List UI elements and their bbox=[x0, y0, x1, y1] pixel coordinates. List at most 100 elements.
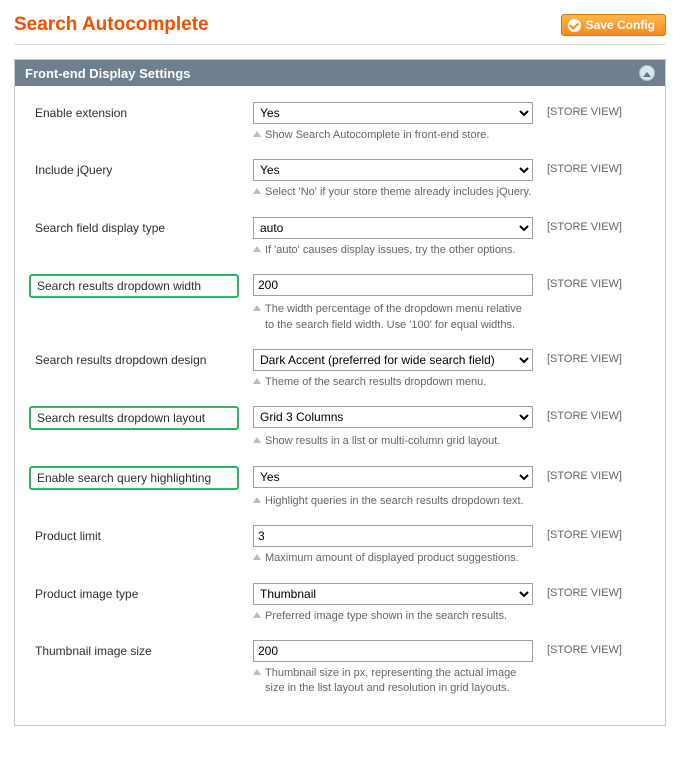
section-body: Enable extension Yes [STORE VIEW] Show Sear… bbox=[15, 86, 665, 725]
field-help-text: Select 'No' if your store theme already … bbox=[265, 185, 531, 200]
field-help-text: Show results in a list or multi-column g… bbox=[265, 434, 500, 449]
scope-label: [STORE VIEW] bbox=[547, 466, 651, 482]
field-help-text: Highlight queries in the search results … bbox=[265, 494, 524, 509]
field-row-include-jquery: Include jQuery Yes [STORE VIEW] bbox=[29, 159, 651, 181]
field-help: Maximum amount of displayed product sugg… bbox=[253, 549, 533, 578]
field-row-dropdown-width: Search results dropdown width [STORE VIEW… bbox=[29, 274, 651, 298]
field-label: Product limit bbox=[29, 525, 239, 547]
field-control: Yes bbox=[253, 159, 533, 181]
field-help-row: Preferred image type shown in the search… bbox=[29, 607, 651, 636]
dropdown-layout-select[interactable]: Grid 3 Columns bbox=[253, 406, 533, 428]
field-help-text: Preferred image type shown in the search… bbox=[265, 609, 507, 624]
thumbnail-size-input[interactable] bbox=[253, 640, 533, 662]
field-help: Highlight queries in the search results … bbox=[253, 492, 533, 521]
field-help-text: Thumbnail size in px, representing the a… bbox=[265, 666, 533, 697]
field-control: Dark Accent (preferred for wide search f… bbox=[253, 349, 533, 371]
field-row-thumbnail-size: Thumbnail image size [STORE VIEW] bbox=[29, 640, 651, 662]
field-help-text: The width percentage of the dropdown men… bbox=[265, 302, 533, 333]
field-row-dropdown-design: Search results dropdown design Dark Accen… bbox=[29, 349, 651, 371]
field-control: Thumbnail bbox=[253, 583, 533, 605]
help-arrow-icon bbox=[253, 131, 261, 137]
help-arrow-icon bbox=[253, 305, 261, 311]
field-help-row: Highlight queries in the search results … bbox=[29, 492, 651, 521]
help-arrow-icon bbox=[253, 669, 261, 675]
product-image-type-select[interactable]: Thumbnail bbox=[253, 583, 533, 605]
scope-label: [STORE VIEW] bbox=[547, 102, 651, 118]
frontend-display-fieldset: Front-end Display Settings Enable extens… bbox=[14, 59, 666, 726]
help-arrow-icon bbox=[253, 497, 261, 503]
field-label: Product image type bbox=[29, 583, 239, 605]
field-row-search-field-display-type: Search field display type auto [STORE VIEW… bbox=[29, 217, 651, 239]
field-control: Grid 3 Columns bbox=[253, 406, 533, 428]
include-jquery-select[interactable]: Yes bbox=[253, 159, 533, 181]
field-help: Show Search Autocomplete in front-end st… bbox=[253, 126, 533, 155]
help-arrow-icon bbox=[253, 246, 261, 252]
field-control: auto bbox=[253, 217, 533, 239]
query-highlight-select[interactable]: Yes bbox=[253, 466, 533, 488]
field-help-row: Select 'No' if your store theme already … bbox=[29, 183, 651, 212]
field-row-dropdown-layout: Search results dropdown layout Grid 3 Col… bbox=[29, 406, 651, 430]
divider bbox=[14, 44, 666, 45]
field-control bbox=[253, 640, 533, 662]
field-help-row: Show Search Autocomplete in front-end st… bbox=[29, 126, 651, 155]
field-help-text: Theme of the search results dropdown men… bbox=[265, 375, 486, 390]
enable-extension-select[interactable]: Yes bbox=[253, 102, 533, 124]
field-help-row: Theme of the search results dropdown men… bbox=[29, 373, 651, 402]
field-label: Thumbnail image size bbox=[29, 640, 239, 662]
field-help-row: Maximum amount of displayed product sugg… bbox=[29, 549, 651, 578]
scope-label: [STORE VIEW] bbox=[547, 640, 651, 656]
section-header[interactable]: Front-end Display Settings bbox=[15, 60, 665, 86]
field-row-product-limit: Product limit [STORE VIEW] bbox=[29, 525, 651, 547]
field-label: Include jQuery bbox=[29, 159, 239, 181]
field-label: Search results dropdown layout bbox=[29, 406, 239, 430]
field-help: Preferred image type shown in the search… bbox=[253, 607, 533, 636]
field-help-row: The width percentage of the dropdown men… bbox=[29, 300, 651, 345]
page-title: Search Autocomplete bbox=[14, 14, 209, 36]
field-control: Yes bbox=[253, 466, 533, 488]
help-arrow-icon bbox=[253, 437, 261, 443]
help-arrow-icon bbox=[253, 378, 261, 384]
field-row-enable-extension: Enable extension Yes [STORE VIEW] bbox=[29, 102, 651, 124]
help-arrow-icon bbox=[253, 612, 261, 618]
field-control bbox=[253, 274, 533, 296]
field-row-query-highlight: Enable search query highlighting Yes [STOR… bbox=[29, 466, 651, 490]
field-help: The width percentage of the dropdown men… bbox=[253, 300, 533, 345]
field-control: Yes bbox=[253, 102, 533, 124]
field-help-text: Show Search Autocomplete in front-end st… bbox=[265, 128, 489, 143]
field-help: If 'auto' causes display issues, try the… bbox=[253, 241, 533, 270]
check-icon bbox=[568, 19, 581, 32]
field-label: Search field display type bbox=[29, 217, 239, 239]
help-arrow-icon bbox=[253, 554, 261, 560]
save-config-button[interactable]: Save Config bbox=[561, 14, 666, 36]
field-help-text: Maximum amount of displayed product sugg… bbox=[265, 551, 519, 566]
scope-label: [STORE VIEW] bbox=[547, 406, 651, 422]
field-help: Thumbnail size in px, representing the a… bbox=[253, 664, 533, 709]
field-help: Theme of the search results dropdown men… bbox=[253, 373, 533, 402]
scope-label: [STORE VIEW] bbox=[547, 349, 651, 365]
section-title: Front-end Display Settings bbox=[25, 66, 190, 81]
field-label: Enable extension bbox=[29, 102, 239, 124]
field-label: Search results dropdown width bbox=[29, 274, 239, 298]
dropdown-design-select[interactable]: Dark Accent (preferred for wide search f… bbox=[253, 349, 533, 371]
field-help-row: If 'auto' causes display issues, try the… bbox=[29, 241, 651, 270]
save-config-label: Save Config bbox=[586, 18, 655, 32]
product-limit-input[interactable] bbox=[253, 525, 533, 547]
field-label: Enable search query highlighting bbox=[29, 466, 239, 490]
field-help-row: Show results in a list or multi-column g… bbox=[29, 432, 651, 461]
search-field-display-type-select[interactable]: auto bbox=[253, 217, 533, 239]
scope-label: [STORE VIEW] bbox=[547, 525, 651, 541]
scope-label: [STORE VIEW] bbox=[547, 583, 651, 599]
field-help-row: Thumbnail size in px, representing the a… bbox=[29, 664, 651, 709]
scope-label: [STORE VIEW] bbox=[547, 274, 651, 290]
scope-label: [STORE VIEW] bbox=[547, 217, 651, 233]
field-help: Show results in a list or multi-column g… bbox=[253, 432, 533, 461]
field-label: Search results dropdown design bbox=[29, 349, 239, 371]
field-help-text: If 'auto' causes display issues, try the… bbox=[265, 243, 516, 258]
dropdown-width-input[interactable] bbox=[253, 274, 533, 296]
collapse-icon[interactable] bbox=[639, 65, 655, 81]
field-help: Select 'No' if your store theme already … bbox=[253, 183, 533, 212]
field-row-product-image-type: Product image type Thumbnail [STORE VIEW] bbox=[29, 583, 651, 605]
field-control bbox=[253, 525, 533, 547]
scope-label: [STORE VIEW] bbox=[547, 159, 651, 175]
help-arrow-icon bbox=[253, 188, 261, 194]
